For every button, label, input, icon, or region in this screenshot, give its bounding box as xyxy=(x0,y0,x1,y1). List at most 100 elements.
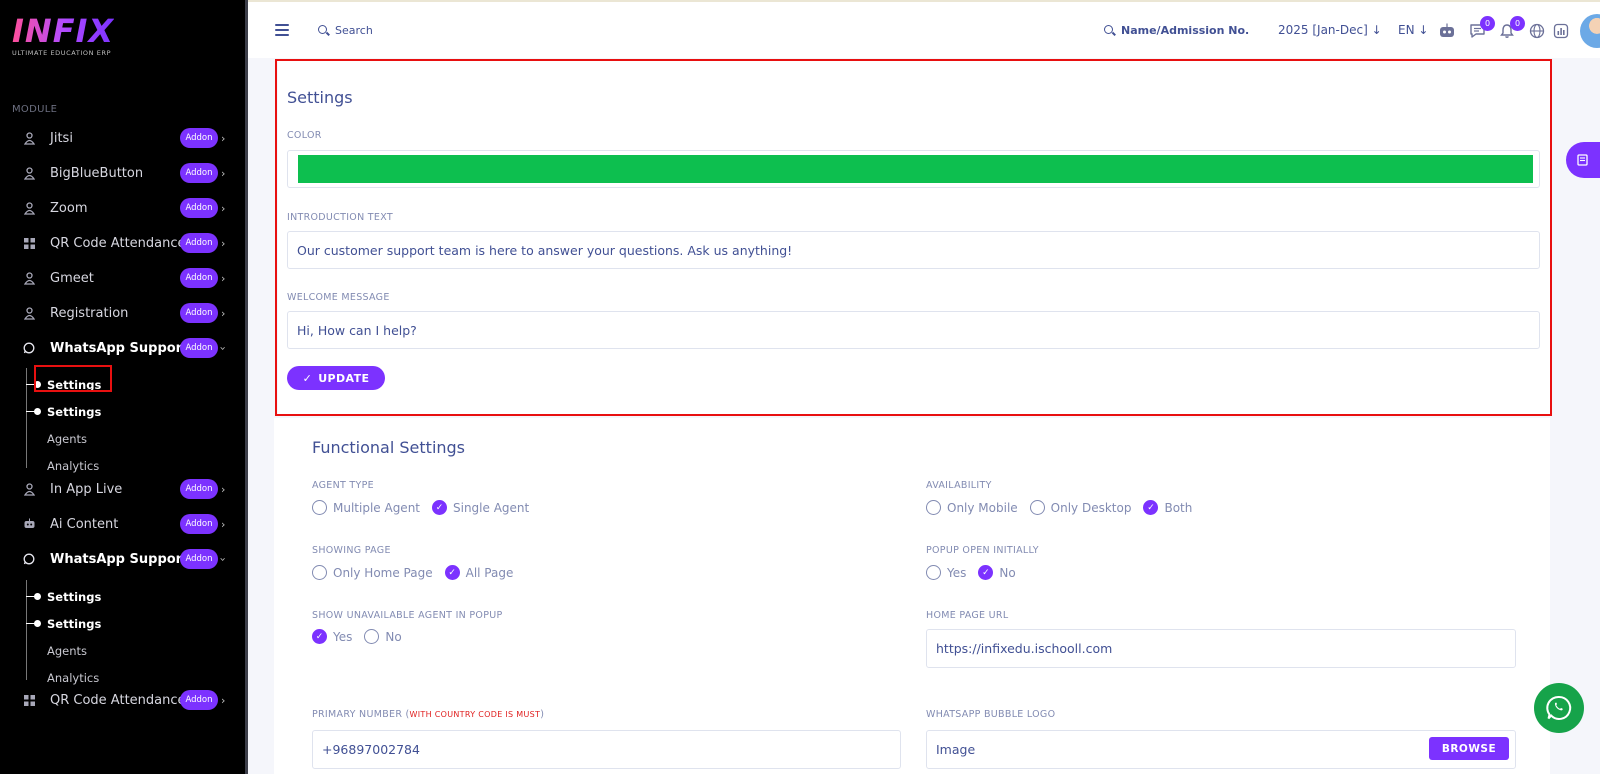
chevron-right-icon: › xyxy=(221,166,226,180)
sidebar-item-whatsapp-support[interactable]: WhatsApp Support Addon › xyxy=(0,331,240,365)
grid-icon xyxy=(22,236,36,250)
avatar[interactable] xyxy=(1580,14,1600,48)
brand-tagline: ULTIMATE EDUCATION ERP xyxy=(12,49,112,57)
radio-label: Only Desktop xyxy=(1050,500,1132,515)
submenu-item-settings[interactable]: Settings xyxy=(47,617,101,631)
sidebar-scrollbar[interactable] xyxy=(245,530,248,774)
home-page-url-input[interactable]: https://infixedu.ischooll.com xyxy=(926,629,1516,668)
update-button-label: UPDATE xyxy=(318,371,370,385)
primary-number-input[interactable]: +96897002784 xyxy=(312,730,901,769)
chevron-right-icon: › xyxy=(221,693,226,707)
radio-checked-icon: ✓ xyxy=(312,629,327,644)
submenu-item-agents[interactable]: Agents xyxy=(47,644,87,658)
bubble-logo-input[interactable]: Image xyxy=(926,730,1516,769)
sidebar-item-jitsi[interactable]: Jitsi Addon › xyxy=(0,121,240,155)
intro-text-value: Our customer support team is here to ans… xyxy=(297,242,793,258)
language-selector[interactable]: EN ↓ xyxy=(1398,23,1428,37)
sidebar-item-qr-code-attendance[interactable]: QR Code Attendance Addon › xyxy=(0,226,240,260)
sidebar-item-gmeet[interactable]: Gmeet Addon › xyxy=(0,261,240,295)
sidebar-item-label: Gmeet xyxy=(50,270,94,286)
radio-popup-no[interactable]: ✓ No xyxy=(978,565,1016,580)
radio-unchecked-icon xyxy=(312,565,327,580)
showing-page-radio-group: Only Home Page ✓ All Page xyxy=(312,565,525,580)
addon-badge: Addon xyxy=(180,514,218,534)
brand-logo[interactable]: INFIX ULTIMATE EDUCATION ERP xyxy=(12,14,114,57)
sidebar-item-bigbluebutton[interactable]: BigBlueButton Addon › xyxy=(0,156,240,190)
student-search[interactable]: Name/Admission No. xyxy=(1104,24,1249,37)
home-page-url-label: HOME PAGE URL xyxy=(926,610,1009,621)
sidebar-item-label: Jitsi xyxy=(50,130,73,146)
radio-both[interactable]: ✓ Both xyxy=(1143,500,1192,515)
radio-only-mobile[interactable]: Only Mobile xyxy=(926,500,1018,515)
radio-single-agent[interactable]: ✓ Single Agent xyxy=(432,500,529,515)
robot-icon[interactable] xyxy=(1438,22,1456,40)
brand-name: INFIX xyxy=(12,12,115,50)
browse-button[interactable]: BROWSE xyxy=(1429,737,1509,760)
side-panel-toggle[interactable] xyxy=(1566,142,1600,178)
active-dot-icon xyxy=(26,408,41,416)
radio-label: Only Mobile xyxy=(947,500,1018,515)
welcome-message-value: Hi, How can I help? xyxy=(297,322,417,338)
color-label: COLOR xyxy=(287,130,322,141)
primary-number-label: PRIMARY NUMBER (WITH COUNTRY CODE IS MUS… xyxy=(312,709,544,720)
primary-number-label-end: ) xyxy=(540,709,545,720)
radio-unchecked-icon xyxy=(312,500,327,515)
globe-icon[interactable] xyxy=(1528,22,1546,40)
radio-only-desktop[interactable]: Only Desktop xyxy=(1029,500,1132,515)
agent-type-radio-group: Multiple Agent ✓ Single Agent xyxy=(312,500,541,515)
intro-text-input[interactable]: Our customer support team is here to ans… xyxy=(287,231,1540,269)
radio-multiple-agent[interactable]: Multiple Agent xyxy=(312,500,420,515)
radio-label: No xyxy=(385,629,402,644)
sidebar-item-whatsapp-support-2[interactable]: WhatsApp Support Addon › xyxy=(0,542,240,576)
sidebar: INFIX ULTIMATE EDUCATION ERP MODULE Jits… xyxy=(0,0,248,774)
addon-badge: Addon xyxy=(180,479,218,499)
submenu-item-agents[interactable]: Agents xyxy=(47,432,87,446)
active-dot-icon xyxy=(26,620,41,628)
primary-number-label-text: PRIMARY NUMBER ( xyxy=(312,709,410,720)
sidebar-item-registration[interactable]: Registration Addon › xyxy=(0,296,240,330)
document-icon xyxy=(1577,154,1588,166)
update-button[interactable]: ✓ UPDATE xyxy=(287,366,385,390)
popup-open-label: POPUP OPEN INITIALLY xyxy=(926,545,1039,556)
color-swatch xyxy=(298,155,1533,183)
chevron-right-icon: › xyxy=(221,236,226,250)
radio-label: Multiple Agent xyxy=(333,500,420,515)
whatsapp-icon xyxy=(22,341,36,355)
welcome-message-input[interactable]: Hi, How can I help? xyxy=(287,311,1540,349)
radio-only-home-page[interactable]: Only Home Page xyxy=(312,565,433,580)
showing-page-label: SHOWING PAGE xyxy=(312,545,391,556)
chevron-right-icon: › xyxy=(221,201,226,215)
chevron-right-icon: › xyxy=(221,271,226,285)
radio-unavailable-yes[interactable]: ✓ Yes xyxy=(312,629,352,644)
sidebar-item-label: BigBlueButton xyxy=(50,165,144,181)
radio-all-page[interactable]: ✓ All Page xyxy=(444,565,513,580)
color-picker-input[interactable] xyxy=(287,150,1540,188)
radio-unavailable-no[interactable]: No xyxy=(364,629,402,644)
sidebar-item-zoom[interactable]: Zoom Addon › xyxy=(0,191,240,225)
radio-label: Yes xyxy=(333,629,353,644)
menu-toggle-icon[interactable] xyxy=(275,24,289,36)
whatsapp-chat-button[interactable] xyxy=(1534,683,1584,733)
bubble-logo-placeholder: Image xyxy=(936,742,976,757)
robot-icon xyxy=(22,517,36,531)
functional-settings-title: Functional Settings xyxy=(312,438,466,457)
sidebar-item-label: WhatsApp Support xyxy=(50,551,189,567)
submenu-item-settings[interactable]: Settings xyxy=(47,405,101,419)
submenu-item-analytics[interactable]: Analytics xyxy=(47,459,99,473)
sidebar-item-qr-code-attendance-2[interactable]: QR Code Attendance Addon › xyxy=(0,683,240,717)
chevron-right-icon: › xyxy=(221,306,226,320)
highlight-box xyxy=(34,365,112,392)
submenu-item-settings[interactable]: Settings xyxy=(47,590,101,604)
report-icon[interactable] xyxy=(1552,22,1570,40)
global-search[interactable]: Search xyxy=(318,24,373,37)
radio-popup-yes[interactable]: Yes xyxy=(926,565,966,580)
addon-badge: Addon xyxy=(180,338,218,358)
search-icon xyxy=(1104,25,1115,36)
sidebar-item-in-app-live[interactable]: In App Live Addon › xyxy=(0,472,240,506)
radio-checked-icon: ✓ xyxy=(1143,500,1159,515)
user-icon xyxy=(22,166,36,180)
session-selector[interactable]: 2025 [Jan-Dec] ↓ xyxy=(1278,23,1382,37)
arrow-down-icon: ↓ xyxy=(1418,23,1429,37)
sidebar-item-ai-content[interactable]: Ai Content Addon › xyxy=(0,507,240,541)
radio-label: Single Agent xyxy=(453,500,530,515)
